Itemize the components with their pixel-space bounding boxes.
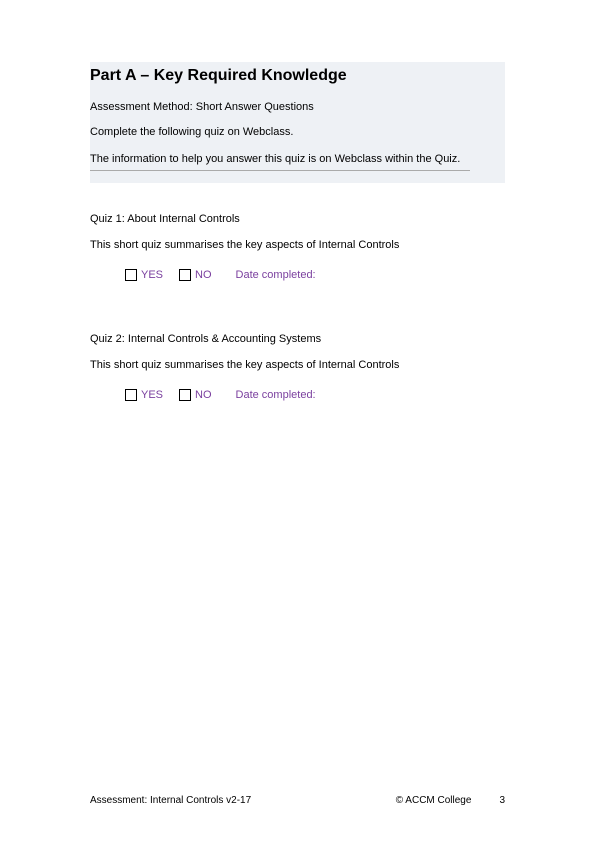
footer-right: © ACCM College 3 [396, 795, 505, 806]
quiz-1-desc: This short quiz summarises the key aspec… [90, 239, 505, 251]
divider [90, 170, 470, 171]
page: Part A – Key Required Knowledge Assessme… [0, 0, 596, 842]
quiz-1-yes-checkbox[interactable] [125, 269, 137, 281]
quiz-2-date-label: Date completed: [236, 389, 316, 401]
quiz-2-yes-label: YES [141, 389, 163, 401]
quiz-2-block: Quiz 2: Internal Controls & Accounting S… [90, 305, 505, 401]
info-text: The information to help you answer this … [90, 152, 505, 167]
quiz-2-title: Quiz 2: Internal Controls & Accounting S… [90, 333, 505, 345]
page-title: Part A – Key Required Knowledge [90, 62, 505, 87]
footer-page-number: 3 [499, 795, 505, 806]
quiz-1-no-checkbox[interactable] [179, 269, 191, 281]
quiz-2-yes-checkbox[interactable] [125, 389, 137, 401]
quiz-1-no-label: NO [195, 269, 212, 281]
quiz-1-yes-label: YES [141, 269, 163, 281]
quiz-1-date-label: Date completed: [236, 269, 316, 281]
instruction-text: Complete the following quiz on Webclass. [90, 125, 505, 140]
assessment-method: Assessment Method: Short Answer Question… [90, 101, 505, 113]
footer-left: Assessment: Internal Controls v2-17 [90, 795, 251, 806]
quiz-2-response-row: YES NO Date completed: [90, 389, 505, 401]
quiz-1-response-row: YES NO Date completed: [90, 269, 505, 281]
header-box: Part A – Key Required Knowledge Assessme… [90, 62, 505, 183]
quiz-2-no-label: NO [195, 389, 212, 401]
quiz-1-title: Quiz 1: About Internal Controls [90, 213, 505, 225]
quiz-1-block: Quiz 1: About Internal Controls This sho… [90, 185, 505, 281]
page-footer: Assessment: Internal Controls v2-17 © AC… [90, 795, 505, 806]
quiz-2-no-checkbox[interactable] [179, 389, 191, 401]
footer-copyright: © ACCM College [396, 795, 472, 806]
quiz-2-desc: This short quiz summarises the key aspec… [90, 359, 505, 371]
